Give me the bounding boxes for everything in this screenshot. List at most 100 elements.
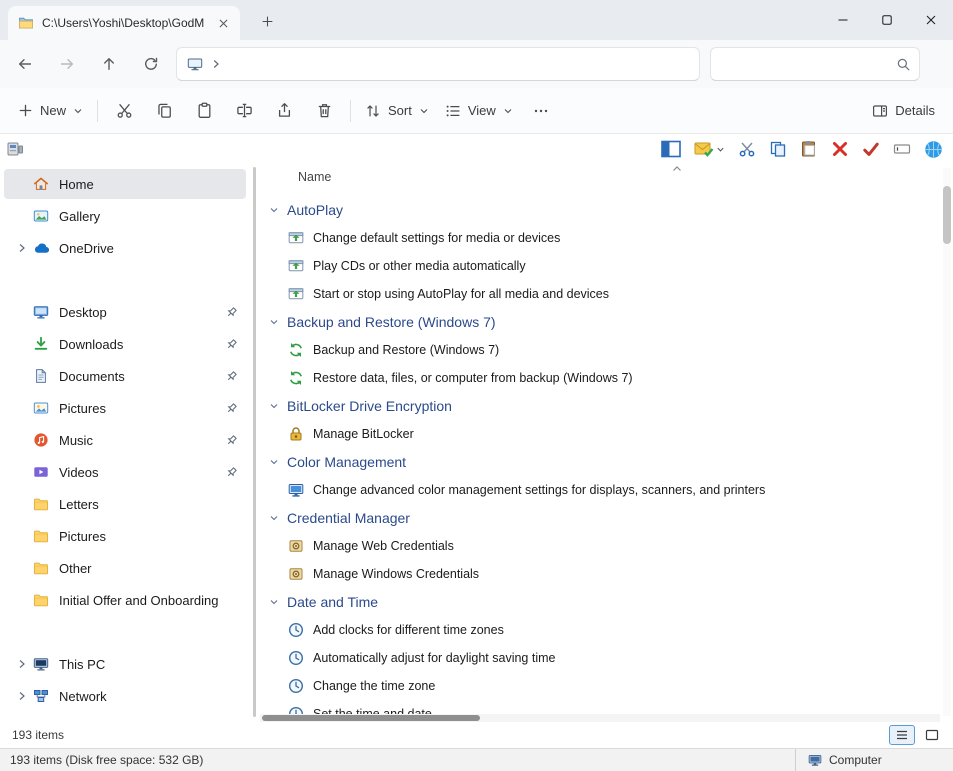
sidebar-item-network[interactable]: Network bbox=[4, 681, 246, 711]
tab-close-button[interactable] bbox=[214, 14, 232, 32]
device-icon[interactable] bbox=[6, 140, 24, 158]
title-bar: C:\Users\Yoshi\Desktop\GodM bbox=[0, 0, 953, 40]
new-button[interactable]: New bbox=[10, 93, 91, 129]
sidebar-item-label: Downloads bbox=[59, 337, 222, 352]
sidebar-item-documents[interactable]: Documents bbox=[4, 361, 246, 391]
new-tab-button[interactable] bbox=[252, 6, 282, 36]
sidebar-item-pictures-folder[interactable]: Pictures bbox=[4, 521, 246, 551]
autoplay-icon bbox=[288, 230, 304, 246]
group-name: Date and Time bbox=[287, 594, 378, 610]
group-header-backup-and-restore[interactable]: Backup and Restore (Windows 7) bbox=[260, 308, 940, 336]
expand-chevron-icon[interactable] bbox=[12, 659, 32, 669]
forward-button[interactable] bbox=[50, 48, 84, 80]
details-pane-button[interactable]: Details bbox=[864, 93, 943, 129]
maximize-button[interactable] bbox=[865, 0, 909, 40]
group-header-autoplay[interactable]: AutoPlay bbox=[260, 196, 940, 224]
sidebar-item-desktop[interactable]: Desktop bbox=[4, 297, 246, 327]
group-header-credential-manager[interactable]: Credential Manager bbox=[260, 504, 940, 532]
sidebar-item-videos[interactable]: Videos bbox=[4, 457, 246, 487]
view-button[interactable]: View bbox=[437, 93, 521, 129]
apply-check-icon[interactable] bbox=[862, 140, 880, 158]
back-button[interactable] bbox=[8, 48, 42, 80]
addon-toolbar bbox=[0, 134, 953, 164]
network-icon bbox=[32, 688, 50, 704]
preview-pane-icon[interactable] bbox=[661, 140, 681, 158]
delete-x-icon[interactable] bbox=[831, 140, 849, 158]
sidebar-item-music[interactable]: Music bbox=[4, 425, 246, 455]
pin-icon bbox=[222, 370, 240, 383]
copy-colored-icon[interactable] bbox=[769, 140, 787, 158]
horizontal-scrollbar[interactable] bbox=[260, 714, 940, 722]
sidebar-item-gallery[interactable]: Gallery bbox=[4, 201, 246, 231]
list-item[interactable]: Backup and Restore (Windows 7) bbox=[260, 336, 940, 364]
chevron-down-icon bbox=[268, 400, 280, 412]
minimize-button[interactable] bbox=[821, 0, 865, 40]
list-item-label: Change advanced color management setting… bbox=[313, 483, 765, 497]
large-icons-view-toggle[interactable] bbox=[919, 725, 945, 745]
chevron-down-icon bbox=[268, 316, 280, 328]
list-item[interactable]: Play CDs or other media automatically bbox=[260, 252, 940, 280]
group-name: BitLocker Drive Encryption bbox=[287, 398, 452, 414]
sidebar-item-other[interactable]: Other bbox=[4, 553, 246, 583]
group-name: Color Management bbox=[287, 454, 406, 470]
list-item[interactable]: Automatically adjust for daylight saving… bbox=[260, 644, 940, 672]
list-item[interactable]: Manage BitLocker bbox=[260, 420, 940, 448]
sidebar-item-onedrive[interactable]: OneDrive bbox=[4, 233, 246, 263]
horizontal-scrollbar-thumb[interactable] bbox=[262, 715, 480, 721]
paste-button[interactable] bbox=[184, 93, 224, 129]
group-header-bitlocker[interactable]: BitLocker Drive Encryption bbox=[260, 392, 940, 420]
sidebar-item-downloads[interactable]: Downloads bbox=[4, 329, 246, 359]
rename-field-icon[interactable] bbox=[893, 140, 911, 158]
list-item[interactable]: Manage Windows Credentials bbox=[260, 560, 940, 588]
computer-label: Computer bbox=[829, 753, 882, 767]
status-computer-section: Computer bbox=[795, 749, 943, 771]
more-options-button[interactable] bbox=[521, 93, 561, 129]
expand-chevron-icon[interactable] bbox=[12, 691, 32, 701]
search-box[interactable] bbox=[710, 47, 920, 81]
copy-button[interactable] bbox=[144, 93, 184, 129]
column-header-label: Name bbox=[298, 170, 331, 184]
details-view-toggle[interactable] bbox=[889, 725, 915, 745]
group-header-color-management[interactable]: Color Management bbox=[260, 448, 940, 476]
sidebar-item-home[interactable]: Home bbox=[4, 169, 246, 199]
paste-colored-icon[interactable] bbox=[800, 140, 818, 158]
sidebar-item-pictures[interactable]: Pictures bbox=[4, 393, 246, 423]
pane-splitter[interactable] bbox=[253, 167, 256, 717]
shell-sphere-icon[interactable] bbox=[924, 140, 943, 159]
onedrive-icon bbox=[32, 240, 50, 257]
desktop-icon bbox=[32, 304, 50, 320]
list-item[interactable]: Start or stop using AutoPlay for all med… bbox=[260, 280, 940, 308]
sidebar-item-this-pc[interactable]: This PC bbox=[4, 649, 246, 679]
close-button[interactable] bbox=[909, 0, 953, 40]
list-item[interactable]: Change the time zone bbox=[260, 672, 940, 700]
address-bar[interactable] bbox=[176, 47, 700, 81]
list-item[interactable]: Change advanced color management setting… bbox=[260, 476, 940, 504]
list-item[interactable]: Restore data, files, or computer from ba… bbox=[260, 364, 940, 392]
rename-button[interactable] bbox=[224, 93, 264, 129]
search-input[interactable] bbox=[719, 57, 896, 71]
explorer-tab[interactable]: C:\Users\Yoshi\Desktop\GodM bbox=[8, 6, 240, 40]
credential-icon bbox=[288, 566, 304, 582]
list-item[interactable]: Change default settings for media or dev… bbox=[260, 224, 940, 252]
refresh-button[interactable] bbox=[134, 48, 168, 80]
expand-chevron-icon[interactable] bbox=[12, 243, 32, 253]
share-button[interactable] bbox=[264, 93, 304, 129]
sidebar-item-letters[interactable]: Letters bbox=[4, 489, 246, 519]
up-button[interactable] bbox=[92, 48, 126, 80]
delete-button[interactable] bbox=[304, 93, 344, 129]
group-header-date-and-time[interactable]: Date and Time bbox=[260, 588, 940, 616]
column-header-name[interactable]: Name bbox=[260, 164, 940, 190]
details-pane-icon bbox=[872, 103, 888, 119]
list-item-label: Manage Windows Credentials bbox=[313, 567, 479, 581]
vertical-scrollbar-thumb[interactable] bbox=[943, 186, 951, 244]
sort-button[interactable]: Sort bbox=[357, 93, 437, 129]
list-item[interactable]: Add clocks for different time zones bbox=[260, 616, 940, 644]
list-item[interactable]: Manage Web Credentials bbox=[260, 532, 940, 560]
cut-colored-icon[interactable] bbox=[738, 140, 756, 158]
cut-button[interactable] bbox=[104, 93, 144, 129]
sidebar-item-initial-offer-and-onboarding[interactable]: Initial Offer and Onboarding bbox=[4, 585, 246, 615]
vertical-scrollbar[interactable] bbox=[943, 168, 951, 716]
mail-check-icon[interactable] bbox=[694, 140, 725, 158]
folder-icon bbox=[32, 592, 50, 608]
folder-icon bbox=[32, 496, 50, 512]
